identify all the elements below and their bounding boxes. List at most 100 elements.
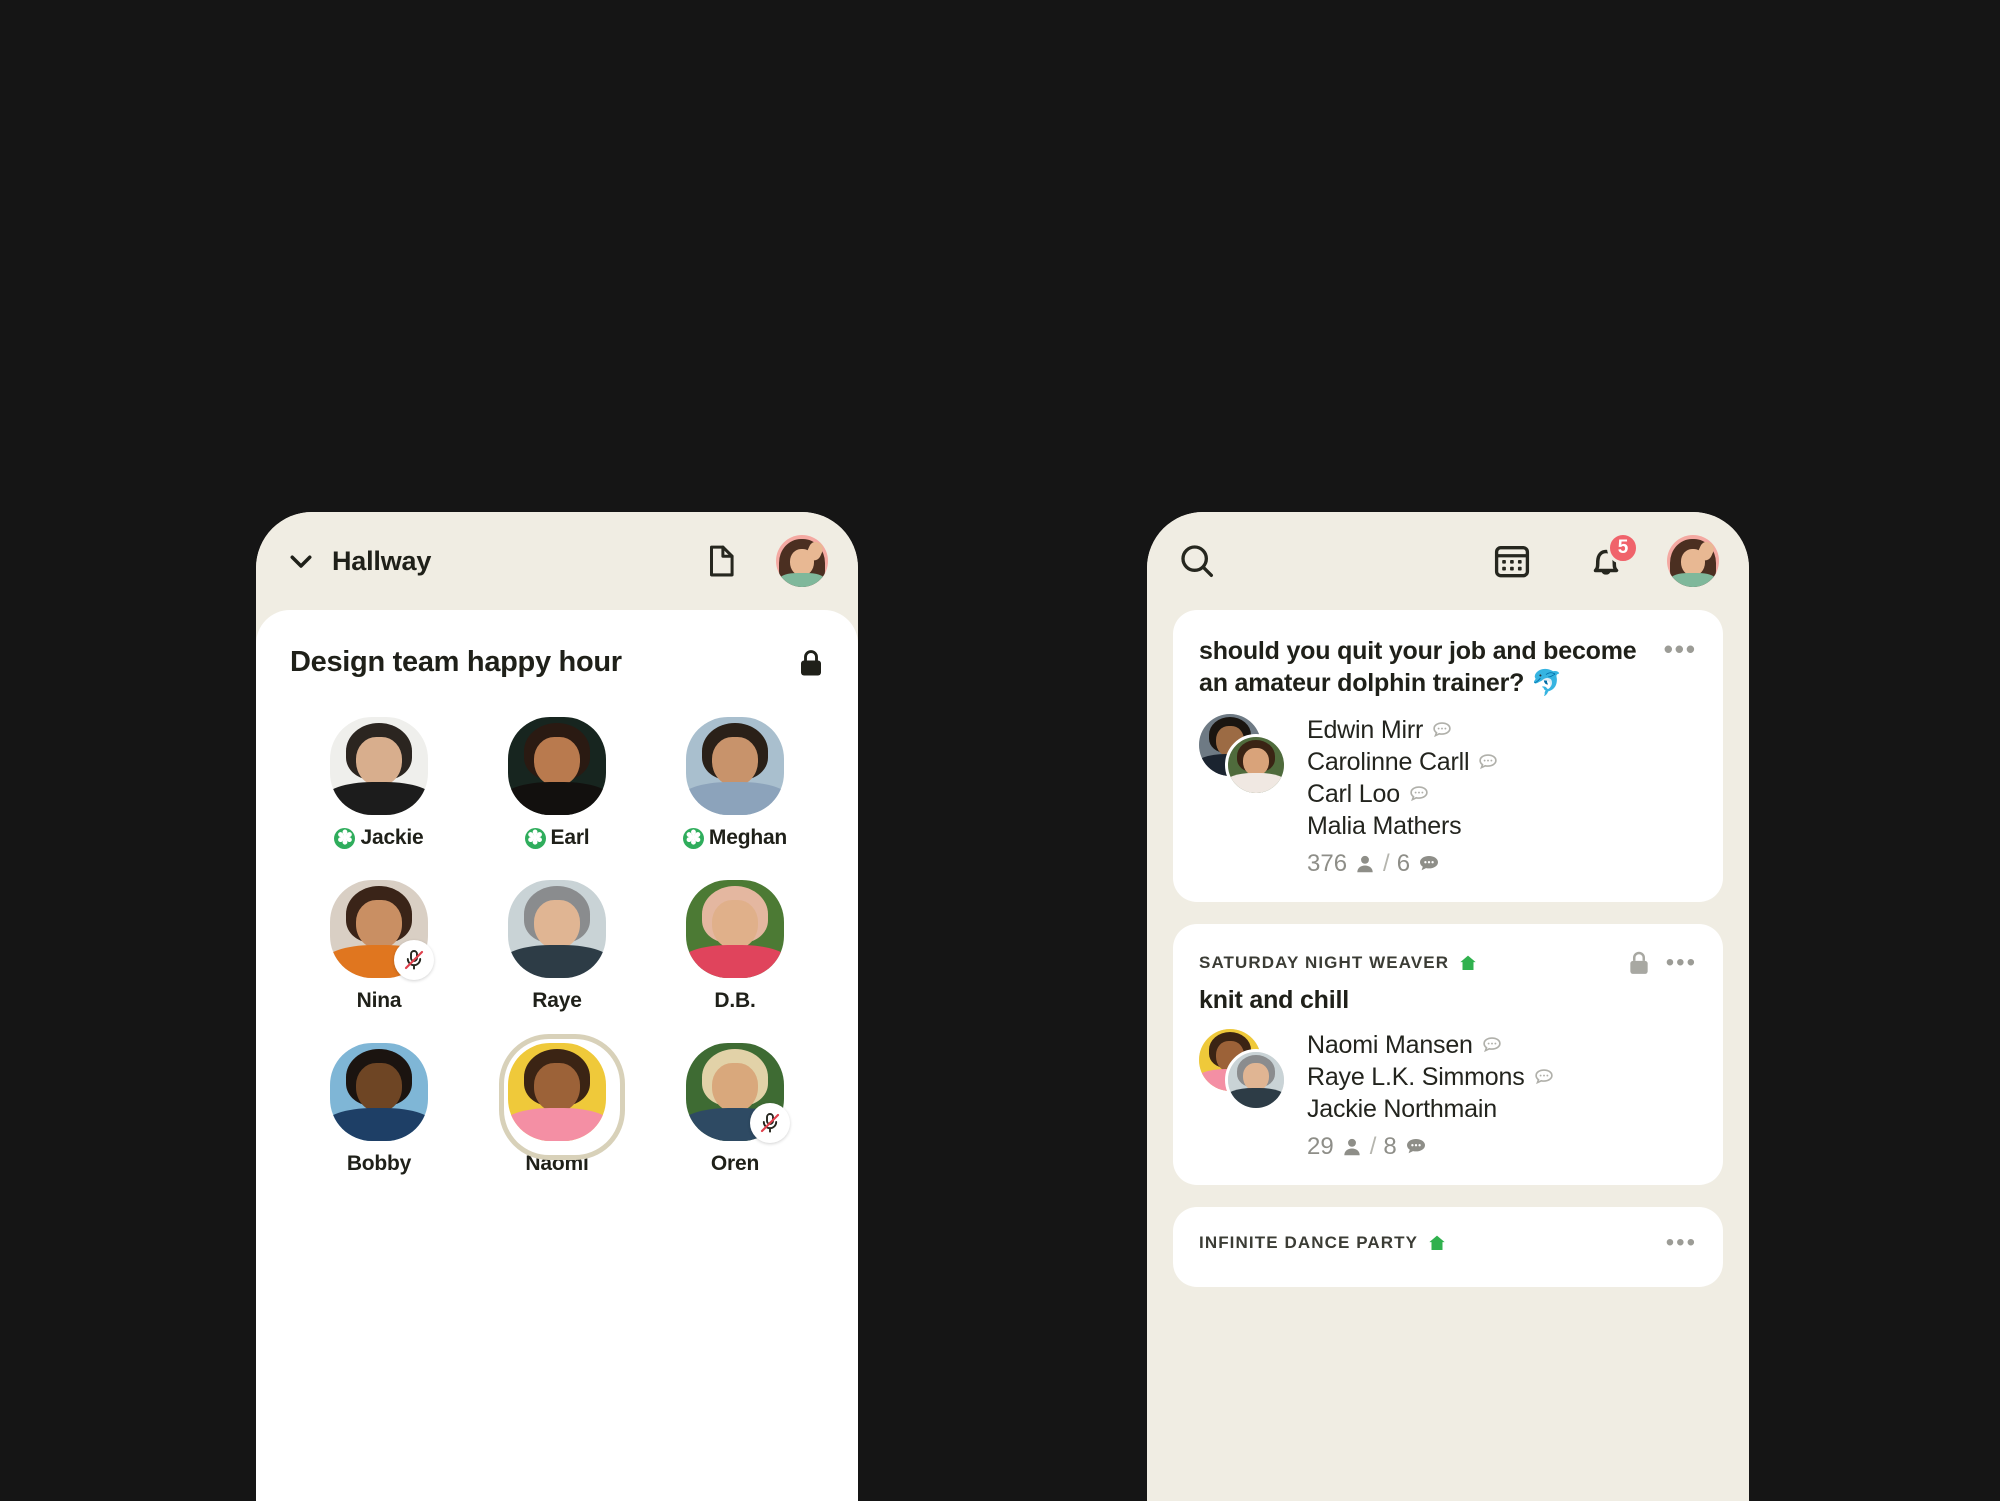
participant-avatar-wrap[interactable] — [686, 880, 784, 978]
new-user-badge-icon: ✽ — [682, 827, 704, 849]
room-stats: 29 / 8 — [1307, 1133, 1555, 1161]
room-sheet: Design team happy hour ✽ Jackie ✽ Earl ✽… — [256, 610, 858, 1501]
card-kicker: INFINITE DANCE PARTY — [1199, 1233, 1447, 1253]
participant-avatar[interactable] — [686, 717, 784, 815]
room-feed[interactable]: should you quit your job and become an am… — [1147, 610, 1749, 1501]
room-card[interactable]: should you quit your job and become an am… — [1173, 610, 1723, 902]
participant-name: Oren — [710, 1152, 760, 1175]
participant-avatar-wrap[interactable] — [686, 717, 784, 815]
participant-name: Naomi — [525, 1152, 589, 1175]
participant-avatar-wrap[interactable] — [330, 880, 434, 980]
document-icon[interactable] — [702, 542, 740, 580]
notification-badge: 5 — [1607, 532, 1639, 564]
participant-naomi[interactable]: Naomi — [492, 1034, 625, 1176]
participant-name-row: Naomi — [525, 1152, 588, 1176]
participant-avatar-wrap[interactable] — [330, 1043, 428, 1141]
participant-name: Raye — [532, 989, 582, 1012]
bell-icon[interactable]: 5 — [1585, 532, 1639, 582]
room-header: Design team happy hour — [290, 646, 824, 679]
speaker-row[interactable]: Carl Loo — [1307, 780, 1499, 809]
participant-avatar-wrap[interactable] — [499, 1034, 625, 1160]
card-kicker-row: INFINITE DANCE PARTY ••• — [1199, 1230, 1697, 1254]
speaker-name: Naomi Mansen — [1307, 1030, 1473, 1059]
participant-avatar[interactable] — [330, 1043, 428, 1141]
participant-avatar-wrap[interactable] — [508, 880, 606, 978]
room-selector[interactable]: Hallway — [286, 546, 702, 577]
muted-mic-icon — [394, 940, 434, 980]
participant-avatar-wrap[interactable] — [330, 717, 428, 815]
participant-name: Jackie — [360, 826, 424, 849]
participant-name: Nina — [356, 989, 402, 1012]
chat-bubble-icon — [1533, 1066, 1555, 1088]
speaker-row[interactable]: Jackie Northmain — [1307, 1095, 1555, 1124]
speaker-avatars — [1199, 713, 1287, 798]
speaker-row[interactable]: Carolinne Carll — [1307, 748, 1499, 777]
calendar-icon[interactable] — [1491, 540, 1533, 582]
card-kicker-actions: ••• — [1666, 1230, 1697, 1254]
avatar[interactable] — [1667, 535, 1719, 587]
muted-mic-icon — [750, 1103, 790, 1143]
participant-name-row: Bobby — [347, 1152, 412, 1176]
participant-raye[interactable]: Raye — [492, 880, 622, 1013]
screenshot-root: Hallway Design team happy hour ✽ Jackie … — [0, 0, 2000, 1501]
participant-nina[interactable]: Nina — [314, 880, 444, 1013]
room-stats: 376 / 6 — [1307, 850, 1499, 878]
chevron-down-icon[interactable] — [286, 546, 316, 576]
participant-name: Meghan — [708, 826, 788, 849]
participant-d-b[interactable]: D.B. — [670, 880, 800, 1013]
participant-earl[interactable]: ✽ Earl — [492, 717, 622, 850]
page-title: Hallway — [332, 545, 432, 576]
participant-avatar-wrap[interactable] — [686, 1043, 790, 1143]
lock-icon — [1628, 950, 1650, 976]
chat-bubble-icon — [1481, 1034, 1503, 1056]
speaker-count: 6 — [1396, 849, 1411, 877]
speaker-name: Carolinne Carll — [1307, 747, 1470, 776]
participant-bobby[interactable]: Bobby — [314, 1043, 444, 1176]
stats-separator: / — [1369, 1132, 1377, 1160]
participant-name-row: Oren — [711, 1152, 759, 1176]
chat-bubble-icon — [1408, 783, 1430, 805]
house-icon — [1458, 953, 1478, 973]
phone-right: 5 should you quit your job and become an … — [1147, 512, 1749, 1501]
participant-avatar[interactable] — [686, 880, 784, 978]
speaker-avatar — [1225, 1048, 1287, 1111]
participant-name-row: Raye — [532, 989, 582, 1013]
speaker-name: Raye L.K. Simmons — [1307, 1062, 1525, 1091]
speaker-row[interactable]: Edwin Mirr — [1307, 716, 1499, 745]
participant-name-row: ✽ Earl — [524, 826, 590, 850]
card-kicker-label: SATURDAY NIGHT WEAVER — [1199, 952, 1450, 972]
stats-separator: / — [1383, 849, 1390, 877]
participant-avatar[interactable] — [508, 1043, 606, 1141]
speaker-row[interactable]: Naomi Mansen — [1307, 1031, 1555, 1060]
room-card[interactable]: INFINITE DANCE PARTY ••• — [1173, 1206, 1723, 1287]
listener-count-icon — [1341, 1136, 1363, 1158]
participant-name-row: ✽ Jackie — [334, 826, 424, 850]
participant-oren[interactable]: Oren — [670, 1043, 800, 1176]
more-options-icon[interactable]: ••• — [1664, 636, 1697, 662]
card-kicker-label: INFINITE DANCE PARTY — [1199, 1232, 1419, 1252]
card-kicker: SATURDAY NIGHT WEAVER — [1199, 953, 1478, 973]
speaker-row[interactable]: Malia Mathers — [1307, 812, 1499, 841]
more-options-icon[interactable]: ••• — [1666, 950, 1697, 974]
participant-name-row: D.B. — [714, 989, 755, 1013]
participant-avatar[interactable] — [330, 717, 428, 815]
chat-bubble-icon — [1477, 751, 1499, 773]
card-kicker-actions: ••• — [1628, 950, 1697, 976]
participant-avatar[interactable] — [508, 880, 606, 978]
search-icon[interactable] — [1177, 541, 1491, 581]
participant-name-row: ✽ Meghan — [682, 826, 788, 850]
notification-count: 5 — [1617, 537, 1629, 558]
avatar[interactable] — [776, 535, 828, 587]
participant-meghan[interactable]: ✽ Meghan — [670, 717, 800, 850]
speaker-row[interactable]: Raye L.K. Simmons — [1307, 1063, 1555, 1092]
room-card[interactable]: SATURDAY NIGHT WEAVER ••• knit and chill… — [1173, 923, 1723, 1185]
participant-jackie[interactable]: ✽ Jackie — [314, 717, 444, 850]
speaker-name: Malia Mathers — [1307, 811, 1462, 840]
room-title: Design team happy hour — [290, 646, 622, 678]
more-options-icon[interactable]: ••• — [1666, 1230, 1697, 1254]
participant-name-row: Nina — [357, 989, 402, 1013]
participant-avatar[interactable] — [508, 717, 606, 815]
participant-avatar-wrap[interactable] — [508, 717, 606, 815]
right-topbar: 5 — [1147, 512, 1749, 610]
card-kicker-row: SATURDAY NIGHT WEAVER ••• — [1199, 950, 1697, 976]
